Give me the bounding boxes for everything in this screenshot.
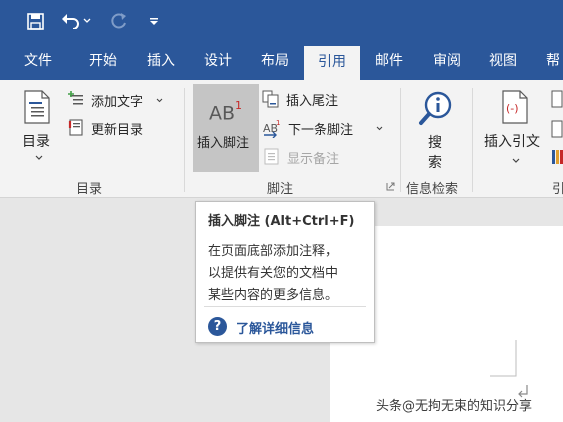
tab-file[interactable]: 文件 xyxy=(10,42,66,80)
insert-endnote-label: 插入尾注 xyxy=(286,94,339,109)
tab-mailings[interactable]: 邮件 xyxy=(358,42,420,80)
footnotes-group-label: 脚注 xyxy=(267,182,294,197)
watermark-text: 头条@无拘无束的知识分享 xyxy=(376,399,533,414)
chevron-down-icon xyxy=(376,126,383,131)
ribbon: 目录 添加文字 更新目录 目录 AB1 插入脚注 插入尾注 AB 1 下一条脚注… xyxy=(0,80,563,198)
undo-icon xyxy=(62,14,79,29)
undo-button[interactable] xyxy=(58,8,94,34)
tooltip-divider xyxy=(204,306,366,307)
insert-footnote-label: 插入脚注 xyxy=(197,136,250,151)
group-separator xyxy=(184,88,185,192)
customize-icon xyxy=(150,18,158,25)
chevron-down-icon xyxy=(156,98,163,103)
footnote-superscript: 1 xyxy=(235,99,243,112)
next-footnote-button[interactable]: AB 1 下一条脚注 xyxy=(262,118,386,138)
update-toc-button[interactable]: 更新目录 xyxy=(66,118,168,138)
show-notes-label: 显示备注 xyxy=(287,152,340,167)
margin-corner-mark xyxy=(490,340,517,377)
toc-group-label: 目录 xyxy=(76,182,103,197)
tab-home[interactable]: 开始 xyxy=(72,42,134,80)
ribbon-tabs: 文件 开始 插入 设计 布局 引用 邮件 审阅 视图 帮 xyxy=(0,42,563,80)
insert-footnote-icon: AB1 xyxy=(209,99,243,125)
group-separator xyxy=(400,88,401,192)
insert-endnote-button[interactable]: 插入尾注 xyxy=(262,89,362,109)
customize-qat-button[interactable] xyxy=(144,8,164,34)
tooltip-description-line: 在页面底部添加注释， xyxy=(208,244,339,259)
show-notes-button[interactable]: 显示备注 xyxy=(262,147,362,167)
update-toc-label: 更新目录 xyxy=(91,123,144,138)
tab-help[interactable]: 帮 xyxy=(538,42,563,80)
insert-endnote-icon xyxy=(262,90,279,108)
tooltip-description-line: 某些内容的更多信息。 xyxy=(208,288,339,303)
add-text-icon xyxy=(68,91,83,105)
quick-access-toolbar xyxy=(0,0,563,42)
save-icon xyxy=(26,12,44,30)
dialog-launcher-icon[interactable] xyxy=(386,182,395,191)
research-group-label: 信息检索 xyxy=(406,182,459,197)
tab-layout[interactable]: 布局 xyxy=(244,42,306,80)
tab-insert[interactable]: 插入 xyxy=(130,42,192,80)
insert-citation-label: 插入引文 xyxy=(484,134,540,150)
style-icon[interactable] xyxy=(551,120,563,138)
table-of-contents-icon xyxy=(24,90,50,124)
smart-lookup-icon xyxy=(419,91,452,125)
learn-more-link[interactable]: 了解详细信息 xyxy=(236,318,314,337)
svg-text:(-): (-) xyxy=(506,102,519,115)
chevron-down-icon xyxy=(83,18,91,23)
insert-citation-button[interactable]: (-) 插入引文 xyxy=(482,88,550,176)
toc-button-label: 目录 xyxy=(22,134,50,150)
add-text-button[interactable]: 添加文字 xyxy=(66,90,168,110)
redo-icon xyxy=(111,13,126,29)
toc-dropdown-icon[interactable] xyxy=(35,155,43,161)
citations-group-label: 引 xyxy=(552,182,563,197)
tab-view[interactable]: 视图 xyxy=(472,42,534,80)
tab-references[interactable]: 引用 xyxy=(304,46,360,80)
chevron-down-icon xyxy=(512,158,520,163)
show-notes-icon xyxy=(264,148,279,165)
search-button[interactable]: 搜 索 xyxy=(410,86,462,174)
svg-text:1: 1 xyxy=(276,119,280,127)
next-footnote-icon: AB 1 xyxy=(263,119,280,138)
search-label-line1: 搜 xyxy=(428,135,442,151)
tab-review[interactable]: 审阅 xyxy=(416,42,478,80)
group-separator xyxy=(472,88,473,192)
footnote-tooltip: 插入脚注 (Alt+Ctrl+F) 在页面底部添加注释， 以提供有关您的文档中 … xyxy=(195,201,375,343)
toc-button[interactable] xyxy=(22,90,52,124)
tooltip-description-line: 以提供有关您的文档中 xyxy=(208,266,339,281)
save-button[interactable] xyxy=(22,8,48,34)
next-footnote-label: 下一条脚注 xyxy=(288,123,354,138)
footnote-ab-text: AB xyxy=(209,102,236,125)
search-label-line2: 索 xyxy=(428,155,442,171)
insert-citation-icon: (-) xyxy=(502,90,528,124)
help-icon[interactable]: ? xyxy=(208,317,227,336)
bibliography-icon[interactable] xyxy=(551,148,563,166)
manage-sources-icon[interactable] xyxy=(551,90,563,108)
add-text-label: 添加文字 xyxy=(91,95,144,110)
insert-footnote-button[interactable]: AB1 插入脚注 xyxy=(193,84,259,172)
tooltip-title: 插入脚注 (Alt+Ctrl+F) xyxy=(208,214,355,229)
redo-button[interactable] xyxy=(106,8,132,34)
tab-design[interactable]: 设计 xyxy=(187,42,249,80)
update-table-icon xyxy=(68,119,83,136)
